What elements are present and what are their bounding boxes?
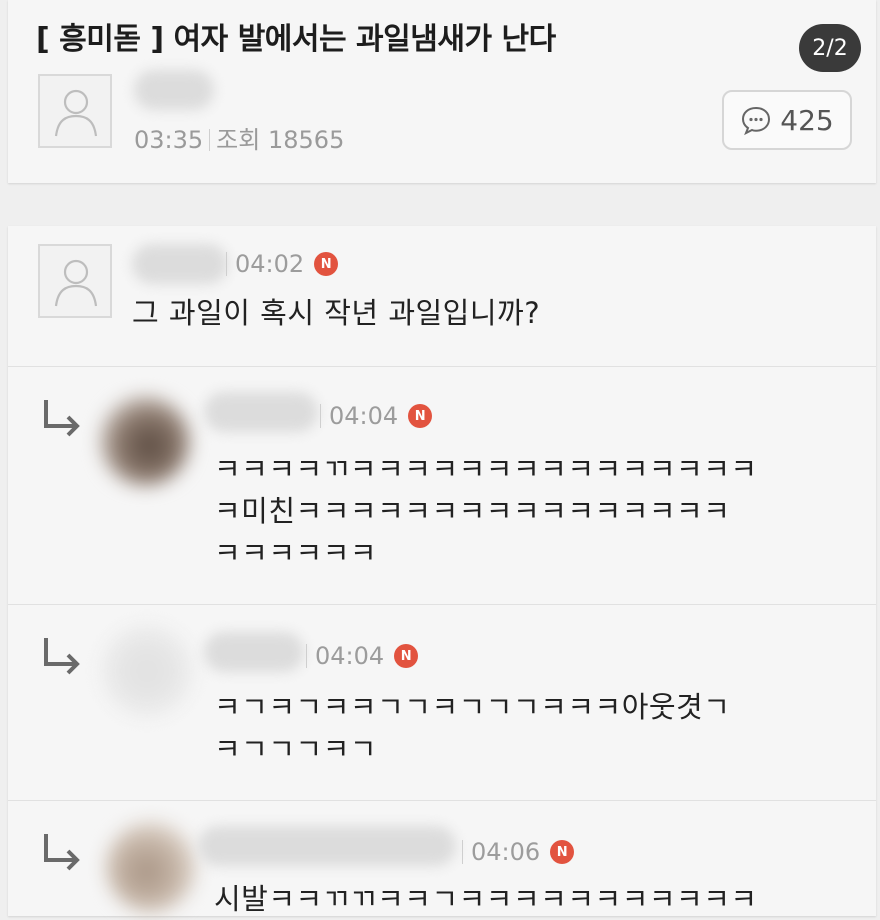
user-avatar-icon: [54, 259, 98, 307]
comment-count-button[interactable]: 425: [722, 90, 852, 150]
comment-list: 04:02 N 그 과일이 혹시 작년 과일입니까? 04:04 N ㅋㅋㅋㅋㄲ…: [8, 226, 876, 916]
reply-line: ㅋㅋㅋㅋㅋㅋ: [214, 536, 378, 570]
reply-line: ㅋㄱㅋㄱㅋㅋㄱㄱㅋㄱㄱㄱㅋㅋㅋ아웃겻ㄱ: [214, 690, 731, 724]
comment-count: 425: [780, 103, 834, 137]
reply-time: 04:06: [471, 838, 541, 866]
new-badge-icon: N: [394, 644, 419, 668]
post-header: [ 흥미돋 ] 여자 발에서는 과일냄새가 난다 2/2 03:35 조회 185…: [8, 0, 876, 183]
reply-meta: 04:04 N: [306, 642, 419, 670]
comment-line: 그 과일이 혹시 작년 과일입니까?: [132, 296, 541, 330]
replier-name-redacted: [204, 392, 318, 432]
reply-arrow-icon: [44, 400, 80, 437]
divider: [8, 604, 876, 605]
divider: [8, 800, 876, 801]
replier-name-redacted: [204, 632, 304, 672]
reply-line: ㅋㄱㄱㄱㅋㄱ: [214, 732, 378, 766]
replier-avatar[interactable]: [102, 626, 192, 716]
commenter-name-redacted: [132, 244, 228, 284]
replier-avatar[interactable]: [100, 396, 190, 486]
new-badge-icon: N: [550, 840, 575, 864]
replier-name-redacted: [198, 826, 456, 866]
reply-text: ㅋㄱㅋㄱㅋㅋㄱㄱㅋㄱㄱㄱㅋㅋㅋ아웃겻ㄱ ㅋㄱㄱㄱㅋㄱ: [214, 686, 730, 770]
reply-arrow-icon: [44, 834, 80, 871]
reply-line: ㅋㅋㅋㅋㄲㅋㅋㅋㅋㅋㅋㅋㅋㅋㅋㅋㅋㅋㅋㅋ: [214, 452, 758, 486]
page-indicator[interactable]: 2/2: [799, 24, 861, 72]
reply-time: 04:04: [315, 642, 385, 670]
post-time: 03:35: [134, 126, 204, 154]
comment-meta: 04:02 N: [226, 250, 339, 278]
divider: [8, 366, 876, 367]
commenter-avatar[interactable]: [38, 244, 112, 318]
reply-line: 시발ㅋㅋㄲㄲㅋㅋㄱㅋㅋㅋㅋㅋㅋㅋㅋㅋㅋㅋ: [214, 882, 758, 916]
user-avatar-icon: [54, 89, 98, 137]
author-avatar[interactable]: [38, 74, 112, 148]
replier-avatar[interactable]: [106, 822, 196, 912]
views-label: 조회: [216, 126, 261, 154]
comment-text: 그 과일이 혹시 작년 과일입니까?: [132, 292, 540, 334]
reply-arrow-icon: [44, 638, 80, 675]
comment-time: 04:02: [235, 250, 305, 278]
speech-bubble-icon: [742, 106, 771, 136]
author-name-redacted: [134, 70, 214, 110]
reply-time: 04:04: [329, 402, 399, 430]
new-badge-icon: N: [408, 404, 433, 428]
post-meta: 03:35 조회 18565: [134, 120, 344, 155]
reply-meta: 04:06 N: [462, 838, 575, 866]
new-badge-icon: N: [314, 252, 339, 276]
post-title: [ 흥미돋 ] 여자 발에서는 과일냄새가 난다: [36, 22, 556, 57]
reply-meta: 04:04 N: [320, 402, 433, 430]
views-count: 18565: [267, 126, 345, 154]
reply-text: 시발ㅋㅋㄲㄲㅋㅋㄱㅋㅋㅋㅋㅋㅋㅋㅋㅋㅋㅋ: [214, 878, 758, 920]
reply-line: ㅋ미친ㅋㅋㅋㅋㅋㅋㅋㅋㅋㅋㅋㅋㅋㅋㅋㅋ: [214, 494, 731, 528]
reply-text: ㅋㅋㅋㅋㄲㅋㅋㅋㅋㅋㅋㅋㅋㅋㅋㅋㅋㅋㅋㅋ ㅋ미친ㅋㅋㅋㅋㅋㅋㅋㅋㅋㅋㅋㅋㅋㅋㅋㅋㅋ…: [214, 448, 758, 574]
